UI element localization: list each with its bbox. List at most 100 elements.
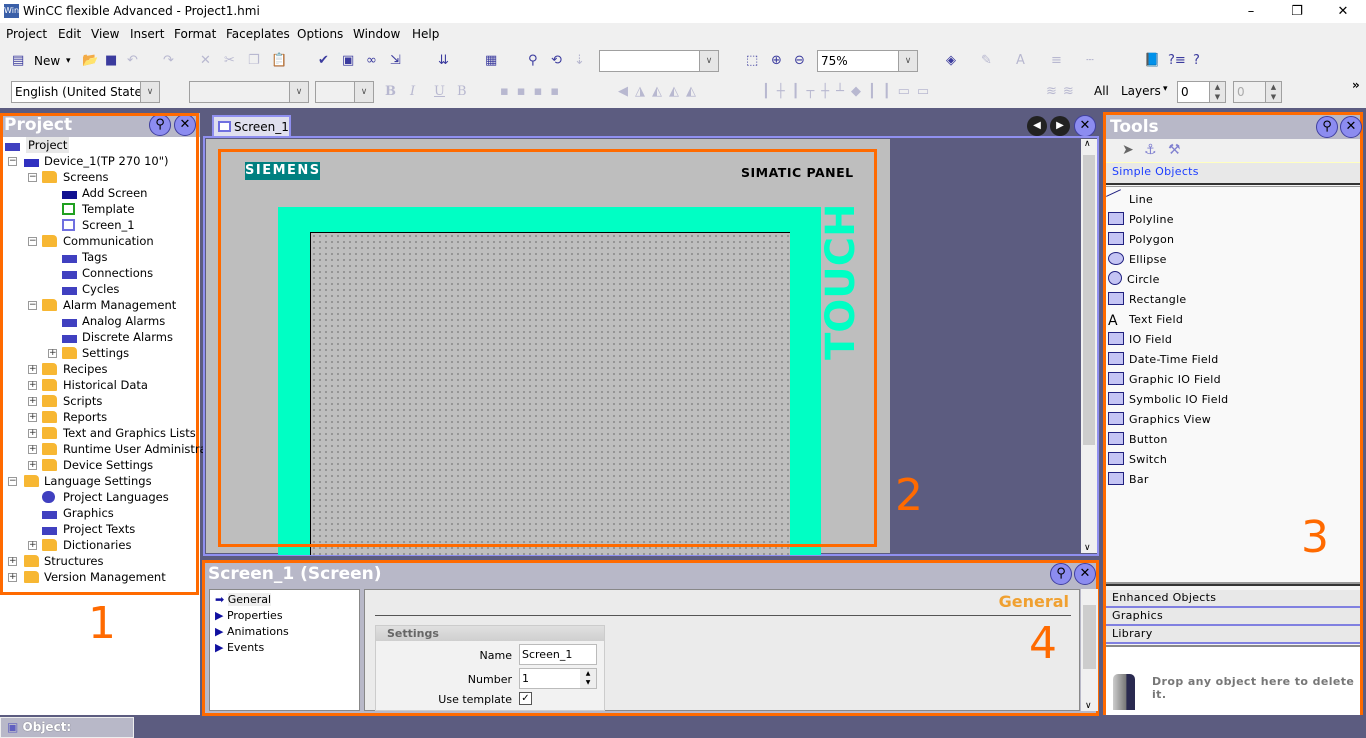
tree-item[interactable]: Discrete Alarms [0,329,195,345]
tool-ellipse[interactable]: Ellipse [1108,250,1167,270]
tree-item[interactable]: + Recipes [0,361,195,377]
new-dropdown-icon[interactable]: ▾ [66,52,71,70]
expand-icon[interactable]: + [28,397,37,406]
category-enhanced-objects[interactable]: Enhanced Objects [1106,590,1360,608]
undo-icon[interactable]: ↶ [127,52,138,70]
tool-bar[interactable]: Bar [1108,470,1149,490]
tool-text-field[interactable]: A Text Field [1108,310,1183,330]
distribute-icon[interactable]: ┃┼┃┬┼┴◆┃┃▭▭ [762,83,936,101]
tree-item[interactable]: Project Languages [0,489,195,505]
chevron-down-icon[interactable]: ∨ [140,82,159,102]
layer-spinner-2[interactable]: 0 ▲ ▼ [1233,81,1282,103]
close-editor-icon[interactable]: ✕ [1074,115,1096,137]
layers-all-button[interactable]: All [1094,84,1109,98]
layers-dropdown-icon[interactable]: ▾ [1163,84,1168,94]
copy-icon[interactable]: ❐ [248,52,260,70]
menu-faceplates[interactable]: Faceplates [226,27,290,41]
nav-animations[interactable]: ▶ Animations [215,624,289,640]
context-help-icon[interactable]: ? [1193,52,1200,70]
tree-item[interactable]: + Settings [0,345,195,361]
download-icon[interactable]: ⇊ [438,52,449,70]
delete-icon[interactable]: ✕ [200,52,211,70]
tab-screen-1[interactable]: Screen_1 [212,115,291,138]
tool-line[interactable]: Line [1106,189,1153,210]
tree-item[interactable]: Project Texts [0,521,195,537]
expand-icon[interactable]: + [28,541,37,550]
expand-icon[interactable]: + [28,429,37,438]
next-tab-icon[interactable]: ▶ [1050,116,1070,136]
expand-icon[interactable]: + [28,461,37,470]
tool-date-time-field[interactable]: Date-Time Field [1108,350,1219,370]
underline-icon[interactable]: U [434,83,445,101]
line-style-icon[interactable]: ┄ [1086,52,1094,70]
transfer-icon[interactable]: ⇲ [390,52,401,70]
menu-format[interactable]: Format [174,27,216,41]
tree-item[interactable]: Graphics [0,505,195,521]
category-library[interactable]: Library [1106,626,1360,644]
spinner-arrows-icon[interactable]: ▲ ▼ [1265,82,1281,102]
previous-tab-icon[interactable]: ◀ [1027,116,1047,136]
tree-item[interactable]: − Language Settings [0,473,195,489]
chevron-down-icon[interactable]: ∨ [699,51,718,71]
nav-properties[interactable]: ▶ Properties [215,608,283,624]
paste-icon[interactable]: 📋 [271,52,287,70]
expand-icon[interactable]: + [8,557,17,566]
bold-icon[interactable]: B [385,83,396,101]
menu-project[interactable]: Project [6,27,47,41]
properties-scrollbar[interactable]: ∨ [1081,589,1098,711]
expand-icon[interactable]: + [28,365,37,374]
tree-item[interactable]: Add Screen [0,185,195,201]
zoom-area-icon[interactable]: ⬚ [746,52,758,70]
strikethrough-icon[interactable]: B [457,83,467,101]
tree-item[interactable]: + Structures [0,553,195,569]
tree-item[interactable]: − Alarm Management [0,297,195,313]
number-field[interactable]: 1 ▲ ▼ [519,668,597,689]
tool-polyline[interactable]: Polyline [1108,210,1174,230]
menu-help[interactable]: Help [412,27,439,41]
line-color-icon[interactable]: ✎ [981,52,992,70]
pointer-icon[interactable]: ➤ [1122,142,1134,158]
pin-icon[interactable]: ⚲ [149,114,171,136]
menu-options[interactable]: Options [297,27,343,41]
category-graphics[interactable]: Graphics [1106,608,1360,626]
font-color-icon[interactable]: A [1016,52,1025,70]
tool-button[interactable]: Button [1108,430,1168,450]
replace-icon[interactable]: ⟲ [551,52,562,70]
tools-icon[interactable]: ⚒ [1168,142,1181,158]
spinner-arrows-icon[interactable]: ▲ ▼ [580,669,596,688]
name-field[interactable]: Screen_1 [519,644,597,665]
tree-item[interactable]: Cycles [0,281,195,297]
tree-item[interactable]: + Historical Data [0,377,195,393]
tree-item[interactable]: Project [0,137,195,153]
delete-drop-zone[interactable]: Drop any object here to delete it. [1106,645,1360,715]
collapse-icon[interactable]: − [28,173,37,182]
tree-item[interactable]: − Screens [0,169,195,185]
tool-circle[interactable]: Circle [1108,270,1160,290]
scroll-down-icon[interactable]: ∨ [1085,701,1092,711]
expand-icon[interactable]: + [8,573,17,582]
tool-polygon[interactable]: Polygon [1108,230,1174,250]
tree-item[interactable]: − Device_1(TP 270 10") [0,153,195,169]
italic-icon[interactable]: I [410,83,415,101]
language-combobox[interactable]: English (United States) ∨ [11,81,160,103]
tree-item[interactable]: Template [0,201,195,217]
font-combobox[interactable]: ∨ [189,81,309,103]
scrollbar-thumb[interactable] [1083,605,1096,669]
tree-item[interactable]: + Version Management [0,569,195,585]
tree-item[interactable]: + Reports [0,409,195,425]
redo-icon[interactable]: ↷ [163,52,174,70]
find-icon[interactable]: ⚲ [528,52,538,70]
nav-general[interactable]: ➡ General [215,592,272,608]
chevron-down-icon[interactable]: ∨ [354,82,373,102]
menu-view[interactable]: View [91,27,119,41]
find-combobox[interactable]: ∨ [599,50,719,72]
line-width-icon[interactable]: ≡ [1051,52,1062,70]
expand-icon[interactable]: + [28,445,37,454]
start-runtime-icon[interactable]: ∞ [366,52,377,70]
scroll-up-icon[interactable]: ∧ [1084,139,1091,149]
expand-icon[interactable]: + [28,381,37,390]
fill-color-icon[interactable]: ◈ [946,52,956,70]
tree-item[interactable]: + Scripts [0,393,195,409]
toolbar-overflow-button[interactable]: » [1352,78,1360,92]
close-panel-icon[interactable]: ✕ [174,114,196,136]
